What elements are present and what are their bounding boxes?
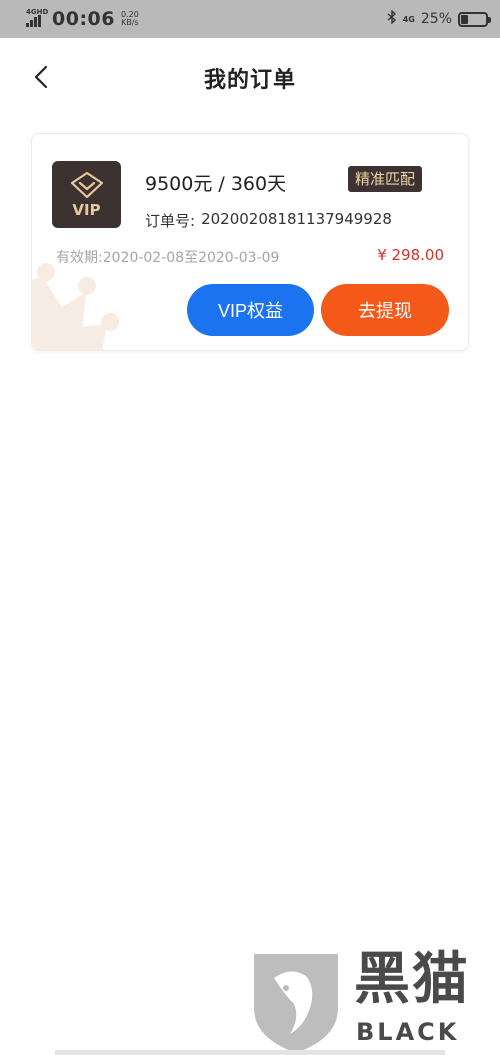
order-price: ¥ 298.00 — [377, 246, 444, 264]
speed-unit: KB/s — [121, 18, 139, 27]
crown-decoration-icon — [32, 263, 119, 350]
home-indicator — [55, 1050, 445, 1055]
match-tag: 精准匹配 — [348, 166, 423, 192]
network-speed: 0.20 KB/s — [121, 11, 139, 27]
vip-benefits-button[interactable]: VIP权益 — [187, 284, 314, 336]
battery-percent: 25% — [420, 11, 452, 27]
back-button[interactable] — [30, 64, 52, 90]
validity-label: 有效期: — [56, 250, 103, 266]
order-number-row: 订单号: 20200208181137949928 — [145, 210, 392, 231]
diamond-icon — [70, 171, 103, 198]
watermark-title: 黑猫 — [354, 947, 470, 1012]
page-title: 我的订单 — [203, 68, 296, 93]
status-left: 4GHD 00:06 0.20 KB/s — [26, 8, 139, 30]
battery-icon — [458, 11, 491, 27]
cat-shield-logo-icon — [254, 954, 338, 1053]
net-type: 4G — [402, 14, 415, 24]
validity-row: 有效期: 2020-02-08至2020-03-09 — [56, 247, 279, 267]
status-bar: 4GHD 00:06 0.20 KB/s 4G 25% — [0, 0, 500, 38]
vip-logo: VIP — [52, 161, 121, 228]
black-cat-watermark: 黑猫 BLACK CAT — [250, 948, 500, 1055]
order-number: 20200208181137949928 — [201, 210, 392, 228]
signal-icon: 4GHD — [26, 8, 48, 27]
order-number-label: 订单号: — [145, 212, 196, 230]
page-header: 我的订单 — [0, 38, 500, 118]
chevron-left-icon — [34, 65, 48, 89]
order-card[interactable]: VIP 9500元 / 360天 精准匹配 订单号: 2020020818113… — [31, 133, 469, 351]
withdraw-button[interactable]: 去提现 — [321, 284, 449, 336]
bluetooth-icon — [387, 9, 397, 28]
vip-logo-text: VIP — [72, 200, 101, 219]
status-right: 4G 25% — [387, 9, 491, 28]
plan-name: 9500元 / 360天 — [145, 173, 287, 195]
battery-level — [461, 14, 468, 24]
validity-dates: 2020-02-08至2020-03-09 — [102, 250, 280, 266]
clock: 00:06 — [52, 8, 115, 30]
